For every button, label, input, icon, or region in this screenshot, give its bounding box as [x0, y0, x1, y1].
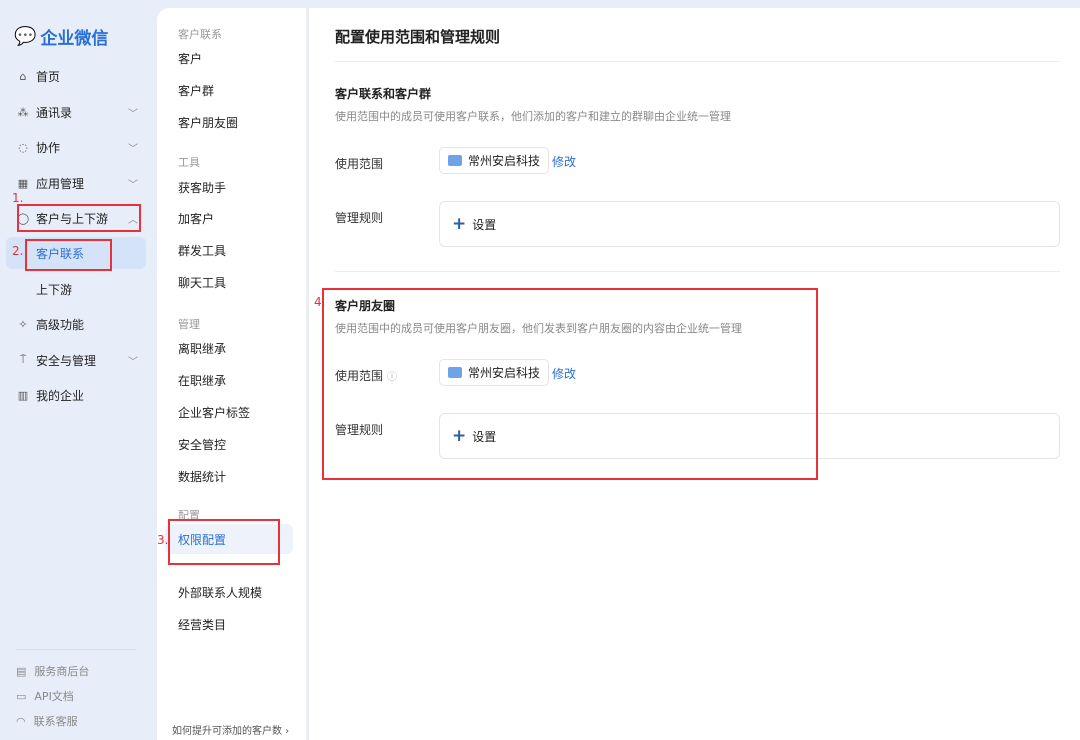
footer-link[interactable]: ◠ 联系客服	[16, 713, 78, 729]
submenu-item[interactable]: 加客户	[165, 203, 293, 233]
divider	[335, 61, 1060, 62]
submenu-item[interactable]: 客户群	[165, 75, 293, 105]
plus-icon: +	[452, 214, 467, 234]
annotation-label-4: 4.	[314, 295, 326, 309]
page-title: 配置使用范围和管理规则	[335, 28, 501, 46]
home-icon: ⌂	[19, 69, 27, 83]
footer-icon: ▤	[16, 664, 27, 678]
annotation-box-3	[168, 519, 280, 565]
improve-customers-link[interactable]: 如何提升可添加的客户数 ›	[172, 722, 289, 737]
logo-icon: 💬	[14, 26, 37, 47]
nav-item[interactable]: ▥ 我的企业	[6, 379, 146, 411]
footer-icon: ◠	[16, 714, 26, 728]
submenu-group-title: 管理	[178, 318, 200, 331]
nav-item[interactable]: ▦ 应用管理 ﹀	[6, 167, 146, 199]
submenu-item[interactable]: 群发工具	[165, 235, 293, 265]
submenu-item[interactable]: 聊天工具	[165, 267, 293, 297]
chevron-down-icon[interactable]: ﹀	[128, 353, 138, 368]
divider	[16, 649, 136, 650]
section-description: 使用范围中的成员可使用客户联系，他们添加的客户和建立的群聊由企业统一管理	[335, 110, 731, 123]
chevron-down-icon[interactable]: ﹀	[128, 140, 138, 155]
building-icon: ▥	[17, 388, 29, 402]
collab-icon: ◌	[18, 140, 28, 154]
footer-icon: ▭	[16, 689, 27, 703]
set-rule-button[interactable]: + 设置	[439, 201, 1060, 247]
rule-label: 管理规则	[335, 211, 384, 225]
chevron-down-icon[interactable]: ﹀	[128, 105, 138, 120]
annotation-label-1: 1.	[12, 191, 24, 205]
submenu-item[interactable]: 客户朋友圈	[165, 107, 293, 137]
submenu-item[interactable]: 经营类目	[165, 609, 293, 639]
submenu-item[interactable]: 客户	[165, 43, 293, 73]
submenu-group-title: 工具	[178, 156, 200, 169]
nav-item[interactable]: ⁂ 通讯录 ﹀	[6, 96, 146, 128]
chevron-down-icon[interactable]: ﹀	[128, 176, 138, 191]
org-chart-icon: ⁂	[17, 105, 29, 119]
nav-item[interactable]: ✧ 高级功能	[6, 308, 146, 340]
nav-item[interactable]: ⌂ 首页	[6, 60, 146, 92]
footer-link[interactable]: ▭ API文档	[16, 688, 74, 704]
logo: 💬 企业微信	[14, 26, 109, 49]
footer-link[interactable]: ▤ 服务商后台	[16, 663, 89, 679]
nav-item[interactable]: ◌ 协作 ﹀	[6, 131, 146, 163]
annotation-box-2	[25, 239, 112, 271]
submenu-item[interactable]: 数据统计	[165, 461, 293, 491]
submenu-item[interactable]: 获客助手	[165, 172, 293, 202]
annotation-box-4	[322, 288, 818, 480]
shield-icon: ⍑	[19, 353, 27, 366]
submenu-item[interactable]: 外部联系人规模	[165, 577, 293, 607]
scope-chip: 常州安启科技	[439, 147, 550, 174]
scope-label: 使用范围	[335, 157, 384, 171]
divider	[335, 271, 1060, 272]
submenu-item[interactable]: 企业客户标签	[165, 397, 293, 427]
submenu-item[interactable]: 安全管控	[165, 429, 293, 459]
submenu-item[interactable]: 在职继承	[165, 365, 293, 395]
nav-item[interactable]: ⍑ 安全与管理 ﹀	[6, 344, 146, 376]
edit-scope-link[interactable]: 修改	[552, 153, 576, 170]
annotation-label-2: 2.	[12, 244, 24, 258]
apps-grid-icon: ▦	[17, 176, 29, 190]
annotation-label-3: 3.	[157, 533, 169, 547]
folder-icon	[448, 155, 462, 166]
section-title: 客户联系和客户群	[335, 87, 432, 101]
submenu-group-title: 客户联系	[178, 28, 222, 41]
feature-icon: ✧	[18, 317, 28, 331]
submenu-item[interactable]: 离职继承	[165, 333, 293, 363]
annotation-box-1	[17, 204, 141, 232]
nav-item[interactable]: 上下游	[6, 273, 146, 305]
